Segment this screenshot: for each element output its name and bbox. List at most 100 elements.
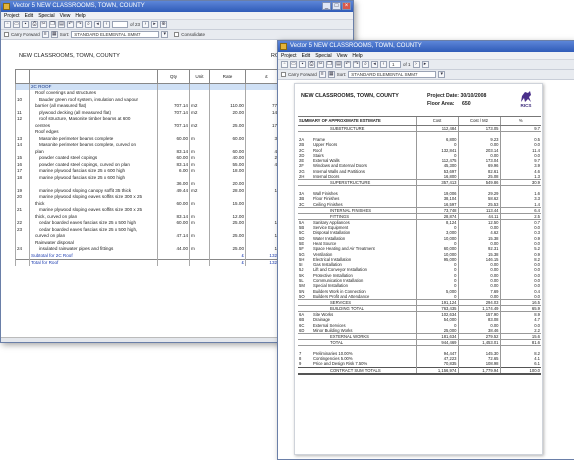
page-count-text: of 1	[403, 62, 411, 67]
summary-header-row: SUMMARY OF APPROXIMATE ESTIMATE Cost Cos…	[298, 116, 542, 126]
summary-code	[298, 366, 312, 375]
col-qty: Qty	[157, 69, 190, 84]
zoom-icon[interactable]: ⊕	[160, 21, 168, 28]
menu-edit[interactable]: Edit	[25, 12, 34, 19]
paste-icon[interactable]: ▤	[335, 61, 342, 68]
bill-qty	[157, 258, 190, 266]
summary-header-label: SUMMARY OF APPROXIMATE ESTIMATE	[298, 116, 417, 126]
list-icon[interactable]: ≡	[41, 31, 49, 38]
find-icon[interactable]: ⌕	[362, 61, 369, 68]
back-toolbar-1: ▫ ▭ ▪ ⎙ ✂ ❐ ▤ ↶ ↷ ⌕ ◂ ‹ of 23 › ▸ ⊕	[1, 20, 353, 30]
print-icon[interactable]: ⎙	[31, 21, 38, 28]
summary-sheet: NEW CLASSROOMS, TOWN, COUNTY Project Dat…	[294, 83, 543, 455]
col-percent: %	[499, 116, 542, 126]
sort-label: Sort:	[336, 72, 347, 77]
col-unit: Unit	[189, 69, 210, 84]
summary-row[interactable]: CONTRACT SUM TOTALS 1,156,974 1,779.94 100.…	[298, 366, 542, 375]
close-button[interactable]: ×	[342, 2, 351, 10]
find-icon[interactable]: ⌕	[85, 21, 92, 28]
prev-page-icon[interactable]: ‹	[103, 21, 110, 28]
print-icon[interactable]: ⎙	[308, 61, 315, 68]
consolidate-checkbox[interactable]	[174, 32, 180, 37]
front-toolbar-2: Carry Forward ≡ ▦ Sort: STANDARD ELEMENT…	[278, 70, 574, 80]
maximize-button[interactable]: □	[332, 2, 341, 10]
next-page-icon[interactable]: ›	[142, 21, 150, 28]
minimize-button[interactable]: _	[322, 2, 331, 10]
first-page-icon[interactable]: ◂	[371, 61, 378, 68]
page-number-input[interactable]: 1	[389, 61, 401, 68]
sort-select[interactable]: STANDARD ELEMENTAL SMM7	[348, 71, 437, 78]
menu-help[interactable]: Help	[75, 12, 85, 19]
chevron-down-icon[interactable]: ▾	[161, 31, 169, 38]
paste-icon[interactable]: ▤	[58, 21, 65, 28]
next-page-icon[interactable]: ›	[412, 61, 420, 68]
col-cost-m2: Cost / M2	[457, 116, 501, 126]
grid-icon[interactable]: ▦	[50, 31, 58, 38]
summary-element: CONTRACT SUM TOTALS	[312, 366, 417, 375]
menu-view[interactable]: View	[60, 12, 71, 19]
rics-logo: RICS	[515, 90, 537, 108]
bill-desc: Total for Roof	[29, 258, 158, 266]
menu-special[interactable]: Special	[38, 12, 54, 19]
cut-icon[interactable]: ✂	[317, 61, 324, 68]
menu-project[interactable]: Project	[4, 12, 20, 19]
sort-label: Sort:	[59, 32, 70, 37]
copy-icon[interactable]: ❐	[49, 21, 56, 28]
last-page-icon[interactable]: ▸	[151, 21, 159, 28]
bill-desc: marine plywood sloping eaves soffits siz…	[29, 194, 158, 201]
front-title-bar[interactable]: Vector 5 NEW CLASSROOMS, TOWN, COUNTY	[278, 41, 574, 52]
save-icon[interactable]: ▪	[299, 61, 306, 68]
app-icon	[280, 43, 287, 50]
project-info: Project Date: 30/10/2008 Floor Area: 650	[427, 92, 486, 108]
first-page-icon[interactable]: ◂	[94, 21, 101, 28]
front-window-title: Vector 5 NEW CLASSROOMS, TOWN, COUNTY	[290, 43, 422, 49]
undo-icon[interactable]: ↶	[344, 61, 351, 68]
project-date-value: 30/10/2008	[460, 93, 487, 99]
carry-forward-label: Carry Forward	[11, 32, 40, 37]
new-icon[interactable]: ▫	[281, 61, 288, 68]
list-icon[interactable]: ≡	[318, 71, 326, 78]
copy-icon[interactable]: ❐	[326, 61, 333, 68]
back-title-bar[interactable]: Vector 5 NEW CLASSROOMS, TOWN, COUNTY _ …	[1, 1, 353, 12]
rics-lion-icon	[521, 91, 531, 102]
last-page-icon[interactable]: ▸	[421, 61, 429, 68]
menu-special[interactable]: Special	[315, 52, 331, 59]
back-sheet: NEW CLASSROOMS, TOWN, COUNTY ROOF Qty Un…	[15, 49, 288, 339]
cut-icon[interactable]: ✂	[40, 21, 47, 28]
project-title: NEW CLASSROOMS, TOWN, COUNTY	[301, 93, 399, 99]
sheet-title: NEW CLASSROOMS, TOWN, COUNTY	[19, 53, 120, 59]
chevron-down-icon[interactable]: ▾	[438, 71, 446, 78]
carry-forward-checkbox[interactable]	[281, 72, 286, 77]
summary-table: SUMMARY OF APPROXIMATE ESTIMATE Cost Cos…	[298, 116, 542, 375]
menu-view[interactable]: View	[337, 52, 348, 59]
floor-area-value: 650	[461, 101, 471, 107]
menu-edit[interactable]: Edit	[302, 52, 311, 59]
col-desc	[29, 69, 158, 84]
bill-row[interactable]: Total for Roof£132,840	[15, 258, 288, 266]
open-icon[interactable]: ▭	[13, 21, 20, 28]
menu-project[interactable]: Project	[281, 52, 297, 59]
sort-select[interactable]: STANDARD ELEMENTAL SMM7	[71, 31, 160, 38]
consolidate-label: Consolidate	[181, 32, 206, 37]
save-icon[interactable]: ▪	[22, 21, 29, 28]
col-rate: Rate	[209, 69, 246, 84]
back-window-title: Vector 5 NEW CLASSROOMS, TOWN, COUNTY	[13, 3, 145, 9]
floor-area-label: Floor Area:	[427, 101, 455, 107]
menu-help[interactable]: Help	[352, 52, 362, 59]
bill-table: Qty Unit Rate £ 2C ROOF Roof coverings an…	[15, 69, 288, 266]
rics-logo-text: RICS	[520, 103, 532, 108]
grid-icon[interactable]: ▦	[327, 71, 335, 78]
prev-page-icon[interactable]: ‹	[380, 61, 387, 68]
col-cost: Cost	[415, 116, 459, 126]
summary-percent: 100.0	[499, 366, 542, 375]
carry-forward-checkbox[interactable]	[4, 32, 9, 37]
front-window: Vector 5 NEW CLASSROOMS, TOWN, COUNTY Pr…	[277, 40, 574, 460]
undo-icon[interactable]: ↶	[67, 21, 74, 28]
summary-cost-m2: 1,779.94	[457, 366, 501, 375]
page-number-input[interactable]	[112, 21, 128, 28]
open-icon[interactable]: ▭	[290, 61, 297, 68]
redo-icon[interactable]: ↷	[353, 61, 360, 68]
redo-icon[interactable]: ↷	[76, 21, 83, 28]
new-icon[interactable]: ▫	[4, 21, 11, 28]
carry-forward-label: Carry Forward	[288, 72, 317, 77]
